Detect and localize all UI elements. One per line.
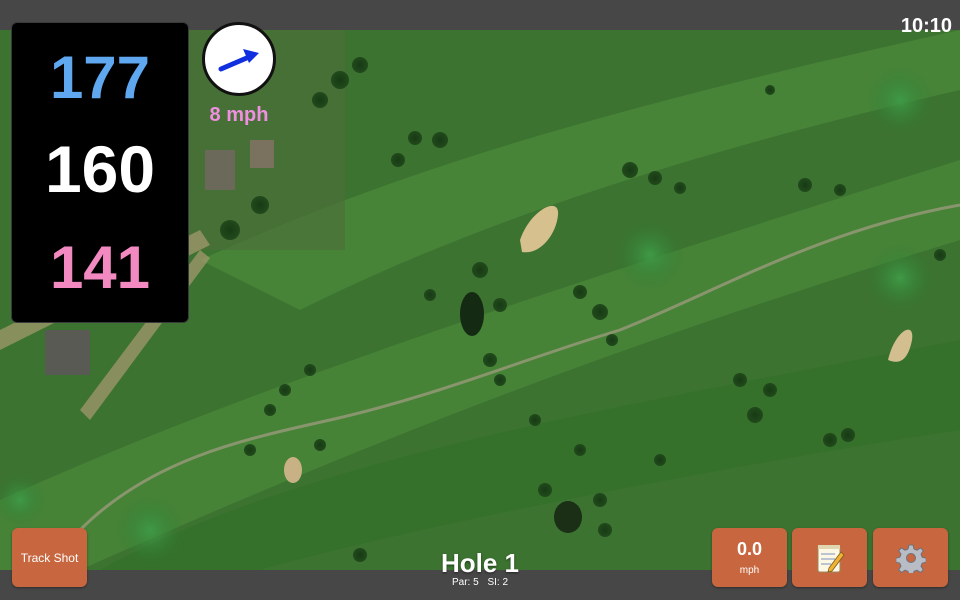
- track-shot-label: Track Shot: [20, 550, 79, 565]
- track-shot-button[interactable]: Track Shot: [12, 528, 87, 587]
- distance-panel: 177 160 141: [11, 22, 189, 323]
- distance-back: 177: [49, 44, 151, 111]
- hole-title: Hole 1: [440, 548, 520, 578]
- wind-dial: [202, 22, 276, 96]
- speed-button[interactable]: 0.0 mph: [712, 528, 787, 587]
- notes-button[interactable]: [792, 528, 867, 587]
- distance-middle: 160: [44, 132, 156, 206]
- speed-unit: mph: [739, 565, 760, 576]
- wind-direction-arrow-icon: [218, 49, 259, 72]
- notepad-icon: [817, 544, 845, 573]
- wind-speed: 8 mph: [209, 104, 269, 126]
- gear-icon: [895, 544, 926, 573]
- distance-front: 141: [49, 234, 151, 301]
- hole-par: Par: 5: [451, 577, 479, 588]
- speed-value: 0.0: [736, 539, 763, 559]
- golf-gps-screen: 10:10 177 160 141 8 mph Track Shot 0.0 m…: [0, 0, 960, 600]
- clock: 10:10: [900, 15, 952, 37]
- hole-meta: Par: 5 SI: 2: [380, 577, 580, 588]
- settings-button[interactable]: [873, 528, 948, 587]
- hole-stroke-index: SI: 2: [487, 577, 509, 588]
